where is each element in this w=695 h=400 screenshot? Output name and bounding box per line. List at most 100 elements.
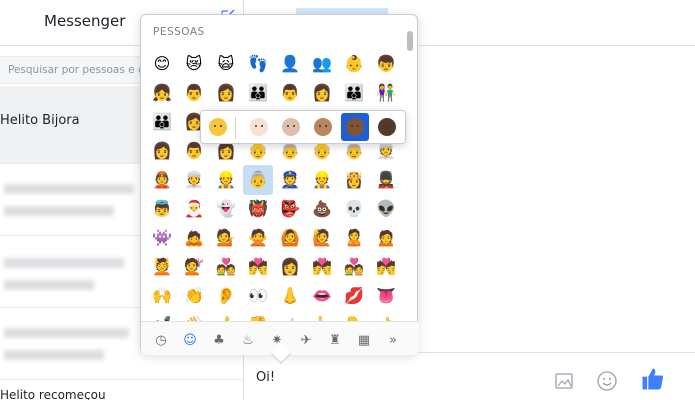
emoji-cell[interactable]: 👽 <box>371 194 401 224</box>
blurred-text <box>4 258 124 268</box>
skin-tone-option[interactable] <box>245 113 273 141</box>
emoji-cell[interactable]: 🙌 <box>147 281 177 311</box>
emoji-cell[interactable]: 🙇 <box>179 223 209 253</box>
emoji-cell[interactable]: 🙋 <box>307 223 337 253</box>
emoji-cell[interactable]: 👨 <box>179 78 209 108</box>
emoji-cell[interactable]: 👥 <box>307 49 337 79</box>
emoji-cell[interactable]: 💏 <box>307 252 337 282</box>
photo-icon[interactable] <box>552 369 576 393</box>
emoji-cell[interactable]: 👃 <box>275 281 305 311</box>
emoji-cell[interactable]: 👵 <box>243 165 273 195</box>
like-icon[interactable] <box>639 365 667 393</box>
skin-tone-option[interactable] <box>309 113 337 141</box>
emoji-cell[interactable]: 👫 <box>371 78 401 108</box>
symbols-icon[interactable]: ▦ <box>354 330 374 350</box>
emoji-cell[interactable]: 👸 <box>339 165 369 195</box>
emoji-cell[interactable]: 👩 <box>211 78 241 108</box>
emoji-cell[interactable]: 👈 <box>371 310 401 322</box>
emoji-cell[interactable]: 💏 <box>371 252 401 282</box>
emoji-cell[interactable]: 💑 <box>339 252 369 282</box>
emoji-cell[interactable]: 👎 <box>243 310 273 322</box>
messenger-app: Messenger Pesquisar por pessoas e grupos… <box>0 0 695 400</box>
emoji-cell[interactable]: 👺 <box>275 194 305 224</box>
emoji-cell[interactable]: 💏 <box>243 252 273 282</box>
emoji-grid: 😊😿🙀👣👤👥👶👦👧👨👩👪👨👩👪👫👪👩👨👬👭👪👨👩👩👨👩👴👵👴👵👳👲👳👷👵👮👷👸💂… <box>147 45 403 322</box>
blurred-text <box>4 184 134 194</box>
emoji-cell[interactable]: ☝ <box>275 310 305 322</box>
runner-icon[interactable]: ✈ <box>296 330 316 350</box>
emoji-cell[interactable]: 🙅 <box>243 223 273 253</box>
emoji-cell[interactable]: 👲 <box>147 165 177 195</box>
emoji-cell[interactable]: 👩 <box>275 252 305 282</box>
tone-divider <box>235 117 236 139</box>
more-icon[interactable]: » <box>383 330 403 350</box>
emoji-cell[interactable]: 👷 <box>307 165 337 195</box>
emoji-cell[interactable]: 👪 <box>243 78 273 108</box>
emoji-icon[interactable] <box>595 369 619 393</box>
message-composer[interactable]: Oi! <box>244 352 695 400</box>
emoji-cell[interactable]: 🙆 <box>275 223 305 253</box>
emoji-cell[interactable]: 👋 <box>179 310 209 322</box>
emoji-cell[interactable]: 👄 <box>307 281 337 311</box>
emoji-cell[interactable]: 👏 <box>179 281 209 311</box>
emoji-cell[interactable]: 👤 <box>275 49 305 79</box>
skin-tone-option[interactable] <box>341 113 369 141</box>
emoji-cell[interactable]: 👷 <box>211 165 241 195</box>
emoji-cell[interactable]: 💁 <box>211 223 241 253</box>
emoji-cell[interactable]: 👳 <box>179 165 209 195</box>
skin-tone-option[interactable] <box>373 113 401 141</box>
emoji-cell[interactable]: 👾 <box>147 223 177 253</box>
emoji-cell[interactable]: 👇 <box>339 310 369 322</box>
emoji-cell[interactable]: 👀 <box>243 281 273 311</box>
skin-tone-option[interactable] <box>204 113 232 141</box>
emoji-cell[interactable]: 👅 <box>371 281 401 311</box>
face-icon <box>378 118 396 136</box>
emoji-cell[interactable]: 👨 <box>275 78 305 108</box>
emoji-cell[interactable]: 💀 <box>339 194 369 224</box>
emoji-cell[interactable]: 🙎 <box>339 223 369 253</box>
emoji-cell[interactable]: 👪 <box>147 107 177 137</box>
face-icon <box>282 118 300 136</box>
emoji-cell[interactable]: 👮 <box>275 165 305 195</box>
conversation-name: Helito recomeçou <box>0 388 106 400</box>
emoji-cell[interactable]: 💆 <box>147 252 177 282</box>
emoji-cell[interactable]: 💂 <box>371 165 401 195</box>
emoji-cell[interactable]: 💋 <box>339 281 369 311</box>
emoji-cell[interactable]: 🙀 <box>211 49 241 79</box>
smiley-icon[interactable]: ☺ <box>180 330 200 350</box>
blurred-text <box>4 206 114 216</box>
emoji-cell[interactable]: 🙍 <box>371 223 401 253</box>
emoji-cell[interactable]: 👩 <box>147 136 177 166</box>
emoji-cell[interactable]: 👪 <box>339 78 369 108</box>
emoji-cell[interactable]: 😿 <box>179 49 209 79</box>
emoji-cell[interactable]: 🎅 <box>179 194 209 224</box>
emoji-cell[interactable]: 👍 <box>211 310 241 322</box>
cake-icon[interactable]: ♨ <box>238 330 258 350</box>
car-icon[interactable]: ♜ <box>325 330 345 350</box>
tree-icon[interactable]: ♣ <box>209 330 229 350</box>
face-icon <box>209 118 227 136</box>
emoji-cell[interactable]: 💑 <box>211 252 241 282</box>
clock-icon[interactable]: ◷ <box>151 330 171 350</box>
emoji-cell[interactable]: 💩 <box>307 194 337 224</box>
emoji-cell[interactable]: 💇 <box>179 252 209 282</box>
emoji-cell[interactable]: 👆 <box>307 310 337 322</box>
emoji-cell[interactable]: 👂 <box>211 281 241 311</box>
emoji-cell[interactable]: 😊 <box>147 49 177 79</box>
emoji-cell[interactable]: 👶 <box>339 49 369 79</box>
picker-scrollbar[interactable] <box>407 31 413 51</box>
emoji-cell[interactable]: 💅 <box>147 310 177 322</box>
message-input[interactable]: Oi! <box>256 370 275 385</box>
face-icon <box>250 118 268 136</box>
emoji-cell[interactable]: 👼 <box>147 194 177 224</box>
emoji-cell[interactable]: 👩 <box>307 78 337 108</box>
emoji-category-title: PESSOAS <box>153 26 205 38</box>
skin-tone-option[interactable] <box>277 113 305 141</box>
face-icon <box>346 118 364 136</box>
conversation-item[interactable]: Helito recomeçou <box>0 380 244 400</box>
emoji-cell[interactable]: 👦 <box>371 49 401 79</box>
emoji-cell[interactable]: 👧 <box>147 78 177 108</box>
emoji-cell[interactable]: 👹 <box>243 194 273 224</box>
emoji-cell[interactable]: 👣 <box>243 49 273 79</box>
emoji-cell[interactable]: 👻 <box>211 194 241 224</box>
